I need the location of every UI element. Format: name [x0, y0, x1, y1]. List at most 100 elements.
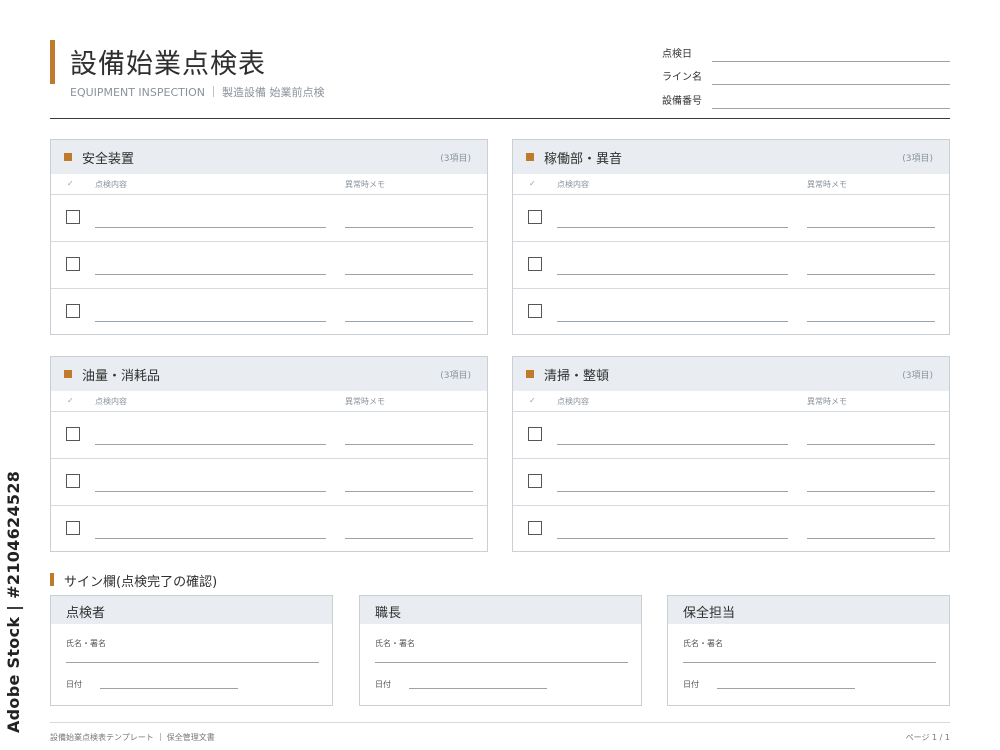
check-row [513, 506, 949, 553]
memo-entry-line[interactable] [807, 321, 935, 322]
memo-entry-line[interactable] [807, 538, 935, 539]
item-entry-line[interactable] [95, 444, 326, 445]
checkbox[interactable] [528, 474, 542, 488]
date-label: 日付 [375, 680, 391, 689]
memo-entry-line[interactable] [345, 444, 473, 445]
section-marker-icon [526, 153, 534, 161]
check-row [513, 195, 949, 242]
line-name-field[interactable]: ライン名 [662, 67, 950, 87]
check-row [513, 289, 949, 336]
memo-entry-line[interactable] [807, 274, 935, 275]
name-signature-line[interactable] [66, 662, 319, 663]
date-line[interactable] [717, 688, 855, 689]
item-entry-line[interactable] [95, 274, 326, 275]
item-entry-line[interactable] [95, 321, 326, 322]
column-header: ✓ 点検内容 異常時メモ [513, 391, 949, 412]
subtitle-divider [213, 86, 214, 97]
equipment-number-line[interactable] [712, 108, 950, 109]
memo-column-header: 異常時メモ [807, 180, 847, 189]
inspection-date-line[interactable] [712, 61, 950, 62]
checkbox[interactable] [528, 304, 542, 318]
name-signature-line[interactable] [683, 662, 936, 663]
section-title: 油量・消耗品 [82, 369, 161, 384]
memo-entry-line[interactable] [345, 227, 473, 228]
memo-entry-line[interactable] [345, 274, 473, 275]
section-item-count: (3項目) [902, 154, 933, 164]
checkbox[interactable] [528, 427, 542, 441]
checkbox[interactable] [528, 521, 542, 535]
item-entry-line[interactable] [95, 227, 326, 228]
inspection-date-field[interactable]: 点検日 [662, 44, 950, 64]
section-marker-icon [64, 153, 72, 161]
memo-entry-line[interactable] [807, 444, 935, 445]
footer-separator [159, 733, 161, 741]
subtitle-japanese: 製造設備 始業前点検 [222, 86, 325, 99]
check-row [513, 459, 949, 506]
checkbox[interactable] [66, 474, 80, 488]
memo-entry-line[interactable] [345, 491, 473, 492]
check-row [51, 289, 487, 336]
date-line[interactable] [100, 688, 238, 689]
footer-document-info: 設備始業点検表テンプレート 保全管理文書 [50, 732, 215, 743]
page-title: 設備始業点検表 [70, 49, 266, 80]
section-title: 稼働部・異音 [544, 152, 623, 167]
page-number: ページ 1 / 1 [905, 733, 950, 742]
item-entry-line[interactable] [557, 491, 788, 492]
check-row [51, 242, 487, 289]
column-header: ✓ 点検内容 異常時メモ [513, 174, 949, 195]
subtitle-english: EQUIPMENT INSPECTION [70, 86, 205, 99]
checkbox[interactable] [528, 257, 542, 271]
checkbox[interactable] [66, 521, 80, 535]
memo-entry-line[interactable] [345, 321, 473, 322]
check-column-header: ✓ [67, 179, 74, 188]
memo-entry-line[interactable] [345, 538, 473, 539]
item-entry-line[interactable] [557, 538, 788, 539]
section-marker-icon [64, 370, 72, 378]
header-divider [50, 118, 950, 119]
sign-box-foreman: 職長 氏名・署名 日付 [359, 595, 642, 706]
title-accent-bar [50, 40, 55, 84]
sign-box-title: 点検者 [66, 606, 106, 621]
line-name-line[interactable] [712, 84, 950, 85]
date-label: 日付 [66, 680, 82, 689]
check-row [513, 242, 949, 289]
checkbox[interactable] [528, 210, 542, 224]
sign-box-inspector: 点検者 氏名・署名 日付 [50, 595, 333, 706]
item-entry-line[interactable] [557, 227, 788, 228]
name-signature-line[interactable] [375, 662, 628, 663]
sign-section-heading: サイン欄(点検完了の確認) [64, 575, 218, 590]
item-entry-line[interactable] [557, 444, 788, 445]
item-entry-line[interactable] [557, 274, 788, 275]
memo-column-header: 異常時メモ [345, 180, 385, 189]
checkbox[interactable] [66, 257, 80, 271]
section-title: 安全装置 [82, 152, 135, 167]
item-column-header: 点検内容 [95, 397, 127, 406]
name-signature-label: 氏名・署名 [375, 639, 415, 648]
section-item-count: (3項目) [440, 154, 471, 164]
memo-entry-line[interactable] [807, 227, 935, 228]
section-oil-consumables: 油量・消耗品 (3項目) ✓ 点検内容 異常時メモ [50, 356, 488, 552]
checkbox[interactable] [66, 304, 80, 318]
section-safety-devices: 安全装置 (3項目) ✓ 点検内容 異常時メモ [50, 139, 488, 335]
item-entry-line[interactable] [95, 491, 326, 492]
section-header: 油量・消耗品 (3項目) [51, 357, 487, 391]
memo-entry-line[interactable] [807, 491, 935, 492]
item-entry-line[interactable] [557, 321, 788, 322]
inspection-date-label: 点検日 [662, 49, 692, 60]
equipment-number-field[interactable]: 設備番号 [662, 91, 950, 111]
section-moving-parts: 稼働部・異音 (3項目) ✓ 点検内容 異常時メモ [512, 139, 950, 335]
check-row [513, 412, 949, 459]
item-entry-line[interactable] [95, 538, 326, 539]
name-signature-label: 氏名・署名 [683, 639, 723, 648]
checkbox[interactable] [66, 427, 80, 441]
sign-box-title: 職長 [375, 606, 402, 621]
checkbox[interactable] [66, 210, 80, 224]
check-row [51, 459, 487, 506]
check-column-header: ✓ [529, 396, 536, 405]
date-line[interactable] [409, 688, 547, 689]
footer-divider [50, 722, 950, 723]
line-name-label: ライン名 [662, 72, 702, 83]
sign-box-maintenance: 保全担当 氏名・署名 日付 [667, 595, 950, 706]
memo-column-header: 異常時メモ [807, 397, 847, 406]
stock-id-watermark: Adobe Stock | #2104624528 [4, 470, 23, 733]
